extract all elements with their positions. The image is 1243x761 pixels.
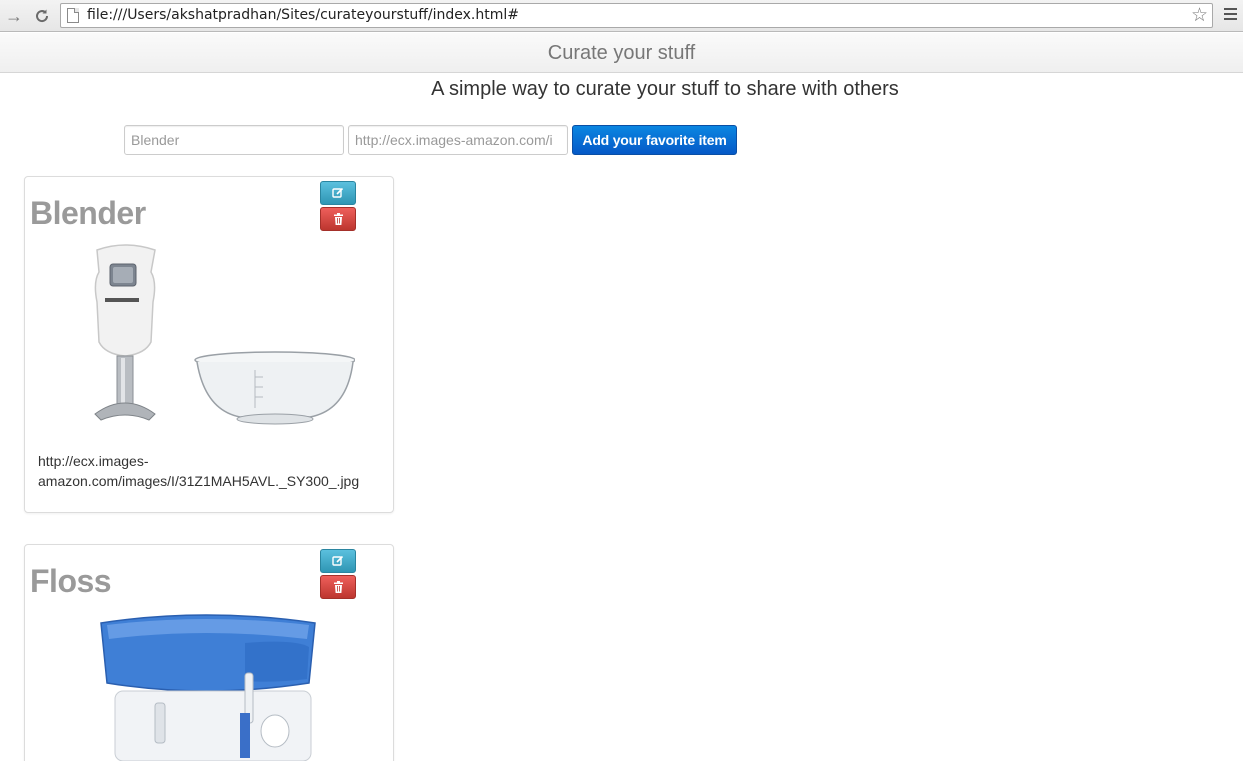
blender-image (94, 244, 355, 425)
trash-icon (333, 213, 343, 225)
item-card: Floss (24, 544, 394, 761)
app-header: Curate your stuff (0, 33, 1243, 73)
floss-image (100, 614, 316, 761)
edit-button[interactable] (320, 181, 356, 205)
item-url-input[interactable] (348, 125, 568, 155)
item-url-line: http://ecx.images- (38, 453, 149, 469)
edit-icon (332, 187, 344, 198)
page-subtitle: A simple way to curate your stuff to sha… (431, 78, 899, 100)
item-url-line: amazon.com/images/I/31Z1MAH5AVL._SY300_.… (38, 473, 360, 489)
item-title: Floss (30, 563, 112, 599)
delete-button[interactable] (320, 575, 356, 599)
back-arrow-icon[interactable]: → (2, 4, 26, 28)
address-bar-url[interactable]: file:///Users/akshatpradhan/Sites/curate… (87, 7, 519, 23)
add-item-button[interactable]: Add your favorite item (572, 125, 737, 155)
item-card: Blender http://ecx.images- amazon.com/im… (24, 176, 394, 513)
edit-button[interactable] (320, 549, 356, 573)
item-title: Blender (30, 195, 146, 231)
menu-icon[interactable] (1224, 8, 1237, 23)
star-icon[interactable]: ☆ (1191, 4, 1208, 27)
reload-icon[interactable] (30, 4, 54, 28)
address-bar[interactable]: file:///Users/akshatpradhan/Sites/curate… (60, 3, 1213, 28)
browser-toolbar: → file:///Users/akshatpradhan/Sites/cura… (0, 0, 1243, 32)
trash-icon (333, 581, 343, 593)
app-title: Curate your stuff (547, 42, 696, 64)
item-url: http://ecx.images- amazon.com/images/I/3… (38, 451, 388, 491)
delete-button[interactable] (320, 207, 356, 231)
page-icon (67, 8, 79, 23)
edit-icon (332, 555, 344, 566)
item-name-input[interactable] (124, 125, 344, 155)
